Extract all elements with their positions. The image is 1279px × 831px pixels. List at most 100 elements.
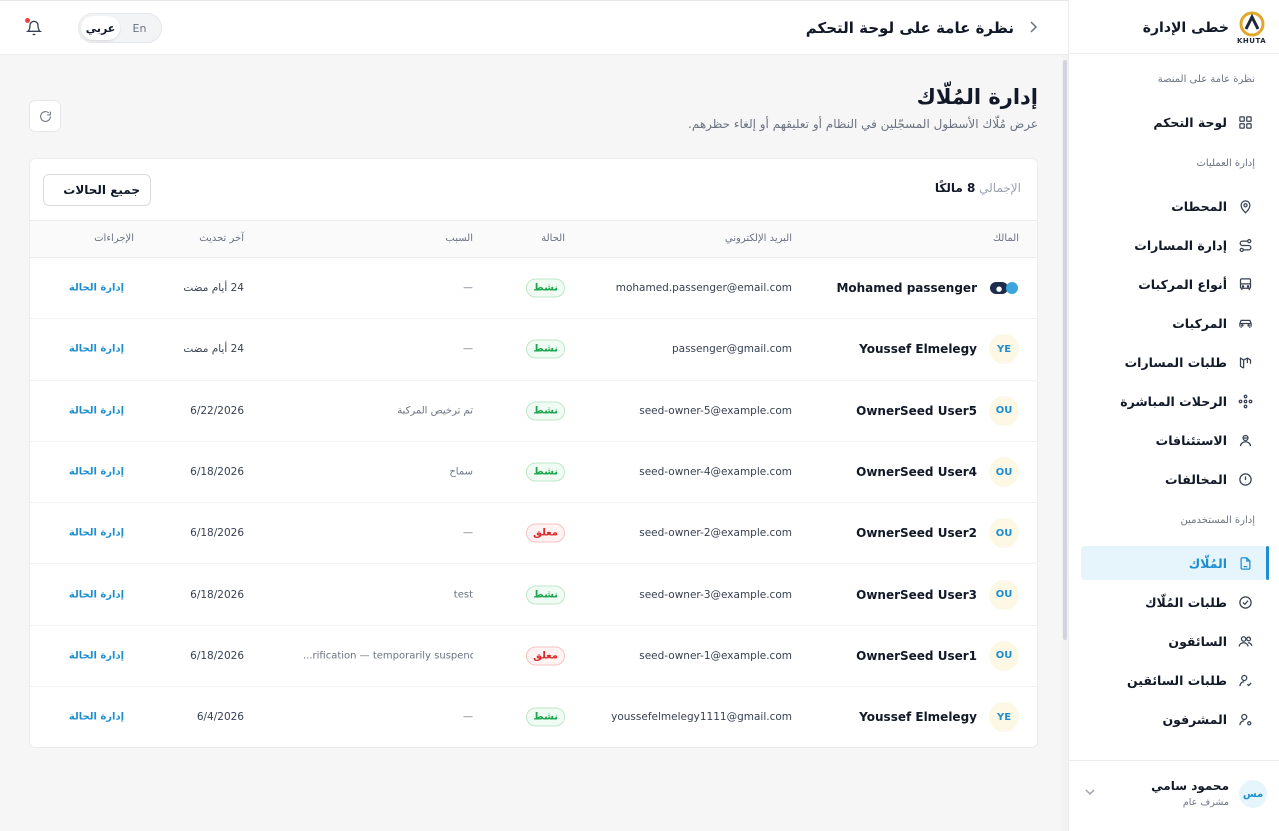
alert-circle-icon	[1237, 471, 1253, 487]
owner-avatar: OU	[989, 579, 1019, 610]
chevron-down-icon[interactable]	[1085, 786, 1095, 799]
total-count: الإجمالي 8 مالكًا	[935, 181, 1021, 195]
manage-status-link[interactable]: إدارة الحالة	[69, 528, 124, 539]
document-icon	[1237, 555, 1253, 571]
bus-icon	[1237, 276, 1253, 292]
sidebar-item[interactable]: طلبات المسارات	[1081, 345, 1267, 379]
sidebar-item-label: المخالفات	[1164, 471, 1227, 487]
sidebar-item[interactable]: السائقون	[1081, 624, 1267, 658]
page-subtitle: عرض مُلّاك الأسطول المسجّلين في النظام أ…	[688, 117, 1038, 131]
last-updated: 6/18/2026	[190, 588, 244, 601]
refresh-button[interactable]	[29, 100, 61, 132]
sidebar-item-label: طلبات السائقين	[1126, 672, 1227, 688]
lang-option-arabic[interactable]: عربي	[81, 16, 120, 40]
owner-avatar: YE	[989, 334, 1019, 365]
table-row: OU OwnerSeed User4 seed-owner-4@example.co…	[30, 442, 1037, 504]
column-email: البريد الإلكتروني	[724, 233, 792, 244]
status-badge: نشط	[526, 707, 565, 727]
user-avatar: مس	[1239, 780, 1267, 808]
last-updated: 6/18/2026	[190, 466, 244, 479]
route-request-icon	[1237, 354, 1253, 370]
lang-option-english[interactable]: En	[120, 16, 159, 40]
total-label: الإجمالي	[979, 181, 1021, 195]
scrollbar-thumb[interactable]	[1063, 60, 1067, 640]
card-header: الإجمالي 8 مالكًا جميع الحالات	[30, 159, 1037, 221]
sidebar-item-label: أنواع المركبات	[1138, 276, 1227, 292]
sidebar-item[interactable]: طلبات المُلّاك	[1081, 585, 1267, 619]
sidebar-item-label: طلبات المسارات	[1124, 354, 1227, 370]
sidebar-item[interactable]: الاستئنافات	[1081, 423, 1267, 457]
sidebar-item-label: الاستئنافات	[1155, 432, 1227, 448]
sidebar-item-label: المُلّاك	[1188, 555, 1227, 571]
manage-status-link[interactable]: إدارة الحالة	[69, 712, 124, 723]
table-row: OU OwnerSeed User5 seed-owner-5@example.co…	[30, 381, 1037, 442]
sidebar-item-label: إدارة المسارات	[1134, 237, 1227, 253]
user-profile[interactable]: مس محمود سامي مشرف عام	[1081, 772, 1267, 816]
status-reason: ...rification — temporarily suspended	[303, 650, 473, 662]
sidebar-item[interactable]: الرحلات المباشرة	[1081, 384, 1267, 418]
sidebar-item[interactable]: إدارة المسارات	[1081, 228, 1267, 262]
last-updated: 24 أيام مضت	[183, 282, 244, 295]
user-name: محمود سامي	[1151, 779, 1229, 793]
status-reason: —	[463, 282, 473, 294]
owner-email: youssefelmelegy1111@gmail.com	[611, 711, 792, 724]
owner-email: seed-owner-1@example.com	[639, 649, 792, 662]
brand-name: خطى الإدارة	[1142, 20, 1229, 36]
sidebar-item[interactable]: المُلّاك	[1081, 546, 1269, 580]
owner-email: passenger@gmail.com	[671, 343, 792, 356]
owner-avatar: OU	[989, 640, 1019, 671]
chevron-back-icon[interactable]	[1028, 18, 1038, 37]
live-trips-icon	[1237, 393, 1253, 409]
language-toggle[interactable]: عربي En	[78, 13, 162, 43]
manage-status-link[interactable]: إدارة الحالة	[69, 283, 124, 294]
sidebar-item[interactable]: لوحة التحكم	[1081, 105, 1267, 139]
status-reason: سماح	[449, 466, 473, 478]
table-row: YE Youssef Elmelegy passenger@gmail.com نشط…	[30, 319, 1037, 381]
manage-status-link[interactable]: إدارة الحالة	[69, 650, 124, 661]
sidebar-item-label: طلبات المُلّاك	[1145, 594, 1227, 610]
total-value: 8 مالكًا	[934, 181, 976, 195]
sidebar-item[interactable]: المركبات	[1081, 306, 1267, 340]
owner-email: seed-owner-3@example.com	[639, 588, 792, 601]
manage-status-link[interactable]: إدارة الحالة	[69, 589, 124, 600]
last-updated: 6/22/2026	[190, 404, 244, 417]
user-role: مشرف عام	[1182, 797, 1229, 808]
check-circle-icon	[1237, 594, 1253, 610]
divider	[1069, 760, 1279, 761]
notification-dot	[25, 18, 30, 23]
status-reason: تم ترخيص المركبة	[397, 405, 473, 417]
sidebar-item[interactable]: المخالفات	[1081, 462, 1267, 496]
sidebar-item[interactable]: أنواع المركبات	[1081, 267, 1267, 301]
notification-bell-icon[interactable]	[23, 17, 45, 39]
owner-email: seed-owner-5@example.com	[639, 404, 792, 417]
owner-name: Mohamed passenger	[836, 281, 977, 296]
owner-name: Youssef Elmelegy	[859, 342, 977, 357]
status-reason: —	[463, 343, 473, 355]
table-row: ● Mohamed passenger mohamed.passenger@emai…	[30, 258, 1037, 320]
logo-text: KHUTA	[1237, 37, 1267, 45]
manage-status-link[interactable]: إدارة الحالة	[69, 405, 124, 416]
page-title: إدارة المُلّاك	[916, 85, 1038, 109]
svg-text:●: ●	[996, 285, 1002, 293]
sidebar-item[interactable]: المحطات	[1081, 189, 1267, 223]
manage-status-link[interactable]: إدارة الحالة	[69, 467, 124, 478]
sidebar-item[interactable]: طلبات السائقين	[1081, 663, 1267, 697]
manage-status-link[interactable]: إدارة الحالة	[69, 344, 124, 355]
column-actions: الإجراءات	[94, 233, 134, 244]
table-row: OU OwnerSeed User3 seed-owner-3@example.co…	[30, 565, 1037, 626]
top-bar: عربي En نظرة عامة على لوحة التحكم	[0, 0, 1068, 55]
status-reason: —	[463, 527, 473, 539]
status-filter-select[interactable]: جميع الحالات	[43, 174, 151, 206]
sidebar-item-label: المحطات	[1171, 198, 1227, 214]
user-settings-icon	[1237, 711, 1253, 727]
status-badge: معلق	[526, 646, 565, 666]
sidebar-item[interactable]: المشرفون	[1081, 702, 1267, 736]
owner-name: OwnerSeed User4	[856, 465, 977, 480]
refresh-icon	[39, 110, 51, 122]
owner-name: OwnerSeed User3	[856, 587, 977, 602]
breadcrumb: نظرة عامة على لوحة التحكم	[806, 18, 1038, 37]
column-updated: آخر تحديث	[199, 233, 244, 244]
owner-email: seed-owner-2@example.com	[639, 527, 792, 540]
status-badge: نشط	[526, 339, 565, 359]
owner-logo-avatar: ●	[989, 273, 1019, 304]
